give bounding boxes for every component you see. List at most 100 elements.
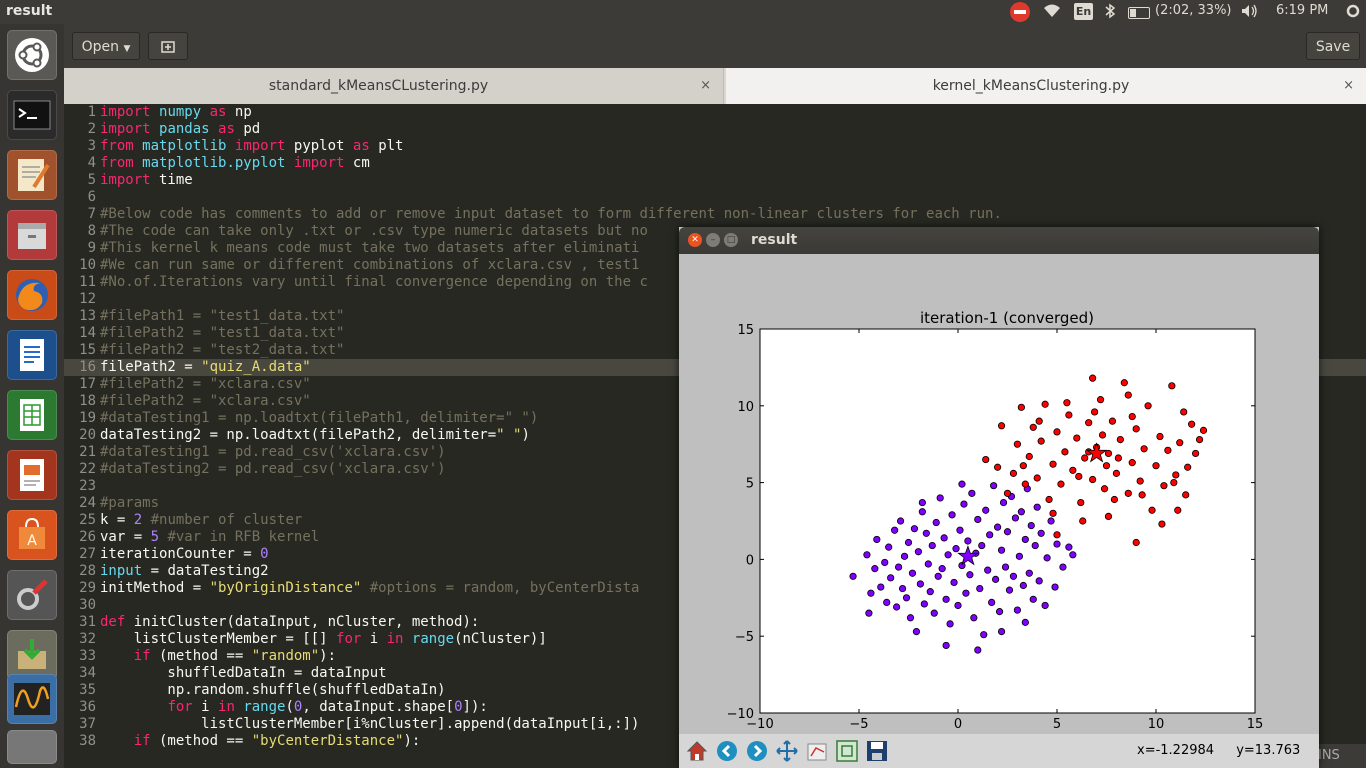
wifi-icon[interactable]: [1042, 3, 1062, 23]
save-button[interactable]: Save: [1306, 32, 1360, 60]
data-point: [993, 463, 1002, 471]
line-number: 18: [79, 393, 96, 409]
forward-arrow-icon[interactable]: [744, 738, 770, 764]
keyboard-layout-indicator[interactable]: En: [1074, 3, 1093, 20]
line-number: 35: [79, 682, 96, 698]
gear-icon[interactable]: [1345, 3, 1361, 23]
firefox-icon[interactable]: [7, 270, 57, 320]
close-icon[interactable]: ×: [1343, 68, 1354, 104]
battery-icon[interactable]: [1128, 7, 1150, 19]
data-point: [1025, 452, 1033, 461]
data-point: [954, 601, 962, 610]
code-line[interactable]: 7 #Below code has comments to add or remo…: [64, 206, 1366, 223]
data-point: [918, 508, 926, 516]
back-arrow-icon[interactable]: [714, 738, 740, 764]
system-settings-icon[interactable]: [7, 570, 57, 620]
line-number: 11: [79, 274, 96, 290]
data-point: [1045, 495, 1053, 504]
data-point: [1075, 472, 1083, 481]
y-tick-label: −10: [727, 707, 754, 722]
code-line[interactable]: 1 import numpy as np: [64, 104, 1366, 121]
data-point: [970, 614, 978, 622]
code-text: #filePath1 = "test1_data.txt": [100, 308, 345, 324]
data-point: [1037, 437, 1045, 445]
oscilloscope-icon[interactable]: [7, 674, 57, 724]
data-point: [938, 565, 946, 573]
pan-icon[interactable]: [774, 738, 800, 764]
workspace-switcher-icon[interactable]: [7, 730, 57, 764]
data-point: [962, 589, 970, 597]
code-line[interactable]: 4 from matplotlib.pyplot import cm: [64, 155, 1366, 172]
x-tick-label: −5: [849, 717, 868, 732]
data-point: [1158, 520, 1166, 528]
code-line[interactable]: 2 import pandas as pd: [64, 121, 1366, 138]
code-line[interactable]: 3 from matplotlib import pyplot as plt: [64, 138, 1366, 155]
data-point: [877, 583, 885, 591]
data-point: [1124, 489, 1132, 497]
bluetooth-icon[interactable]: [1104, 3, 1116, 23]
line-number: 13: [79, 308, 96, 324]
data-point: [964, 537, 972, 545]
close-window-icon[interactable]: ✕: [688, 233, 702, 247]
data-point: [1065, 543, 1073, 551]
new-tab-icon: [161, 41, 175, 53]
file-manager-icon[interactable]: [7, 210, 57, 260]
text-editor-icon[interactable]: [7, 150, 57, 200]
close-icon[interactable]: ×: [700, 68, 711, 104]
result-titlebar[interactable]: ✕ – □ result: [679, 227, 1319, 254]
clock[interactable]: 6:19 PM: [1276, 3, 1328, 18]
data-point: [1035, 577, 1043, 585]
home-icon[interactable]: [684, 738, 710, 764]
terminal-icon[interactable]: [7, 90, 57, 140]
scatter-plot[interactable]: iteration-1 (converged) −10 −5 0 5 10 15−10−5…: [679, 254, 1319, 734]
data-point: [871, 565, 879, 573]
code-text: #The code can take only .txt or .csv typ…: [100, 223, 648, 239]
code-text: #dataTesting1 = pd.read_csv('xclara.csv'…: [100, 444, 446, 460]
data-point: [950, 578, 958, 587]
data-point: [1025, 569, 1033, 577]
stop-icon[interactable]: [1010, 2, 1030, 22]
impress-icon[interactable]: [7, 450, 57, 500]
code-text: #This kernel k means code must take two …: [100, 240, 640, 256]
subplots-icon[interactable]: [834, 738, 860, 764]
maximize-window-icon[interactable]: □: [724, 233, 738, 247]
data-point: [1065, 411, 1073, 419]
save-figure-icon[interactable]: [864, 738, 890, 764]
matplotlib-toolbar: x=-1.22984 y=13.763: [679, 734, 1319, 768]
data-point: [918, 498, 926, 507]
data-point: [1069, 466, 1077, 474]
install-icon[interactable]: [7, 630, 57, 680]
data-point: [1009, 572, 1018, 580]
new-document-button[interactable]: [148, 32, 188, 60]
tab-kernel-kmeans[interactable]: kernel_kMeansClustering.py ×: [726, 68, 1366, 104]
software-center-icon[interactable]: A: [7, 510, 57, 560]
data-point: [1110, 495, 1119, 504]
line-number: 2: [87, 121, 96, 137]
data-point: [1019, 462, 1027, 470]
data-point: [930, 609, 938, 617]
open-button[interactable]: Open ▼: [72, 32, 140, 60]
code-text: import pandas as pd: [100, 121, 261, 137]
tab-standard-kmeans[interactable]: standard_kMeansCLustering.py ×: [64, 68, 724, 104]
minimize-window-icon[interactable]: –: [706, 233, 720, 247]
line-number: 9: [87, 240, 96, 256]
data-point: [1003, 489, 1012, 497]
ubuntu-dash-icon[interactable]: [7, 30, 57, 80]
x-tick-label: 0: [954, 717, 962, 732]
code-text: np.random.shuffle(shuffledDataIn): [100, 682, 446, 698]
code-text: #Below code has comments to add or remov…: [100, 206, 1002, 222]
data-point: [999, 498, 1008, 507]
writer-icon[interactable]: [7, 330, 57, 380]
volume-icon[interactable]: [1240, 3, 1260, 23]
zoom-icon[interactable]: [804, 738, 830, 764]
data-point: [873, 535, 881, 544]
calc-icon[interactable]: [7, 390, 57, 440]
active-window-title: result: [6, 3, 53, 19]
line-number: 36: [79, 699, 96, 715]
data-point: [896, 517, 905, 525]
code-line[interactable]: 6: [64, 189, 1366, 206]
data-point: [1057, 480, 1065, 488]
code-line[interactable]: 5 import time: [64, 172, 1366, 189]
line-number: 15: [79, 342, 96, 358]
data-point: [1047, 517, 1055, 525]
